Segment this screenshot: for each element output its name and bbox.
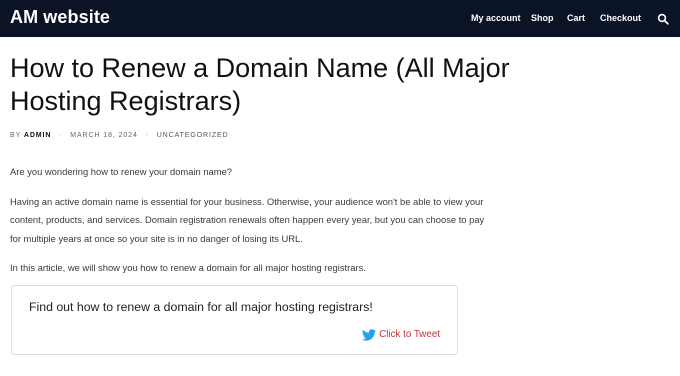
meta-category-link[interactable]: UNCATEGORIZED <box>157 132 229 139</box>
nav-my-account[interactable]: My account <box>471 13 521 23</box>
site-logo[interactable]: AM website <box>10 7 110 28</box>
click-to-tweet-label: Click to Tweet <box>379 328 440 340</box>
nav-shop[interactable]: Shop <box>531 13 554 23</box>
post-content: Are you wondering how to renew your doma… <box>10 163 490 289</box>
meta-separator: - <box>145 132 149 139</box>
nav-cart[interactable]: Cart <box>567 13 585 23</box>
post-title: How to Renew a Domain Name (All Major Ho… <box>10 53 510 116</box>
click-to-tweet-box: Find out how to renew a domain for all m… <box>11 285 458 355</box>
meta-date: MARCH 18, 2024 <box>70 132 138 139</box>
content-paragraph: In this article, we will show you how to… <box>10 262 366 273</box>
search-icon[interactable] <box>657 12 669 25</box>
meta-author-link[interactable]: ADMIN <box>24 132 51 139</box>
content-paragraph: Are you wondering how to renew your doma… <box>10 166 233 177</box>
post-meta: BY ADMIN - MARCH 18, 2024 - UNCATEGORIZE… <box>10 132 229 139</box>
twitter-bird-icon <box>362 328 377 341</box>
nav-checkout[interactable]: Checkout <box>600 13 641 23</box>
meta-by-label: BY <box>10 132 22 139</box>
content-paragraph: Having an active domain name is essentia… <box>10 195 485 244</box>
site-header: AM website My account Shop Cart Checkout <box>0 0 680 37</box>
meta-separator: - <box>59 132 63 139</box>
click-to-tweet-button[interactable]: Click to Tweet <box>362 328 440 341</box>
tweet-text-link[interactable]: Find out how to renew a domain for all m… <box>29 300 373 314</box>
